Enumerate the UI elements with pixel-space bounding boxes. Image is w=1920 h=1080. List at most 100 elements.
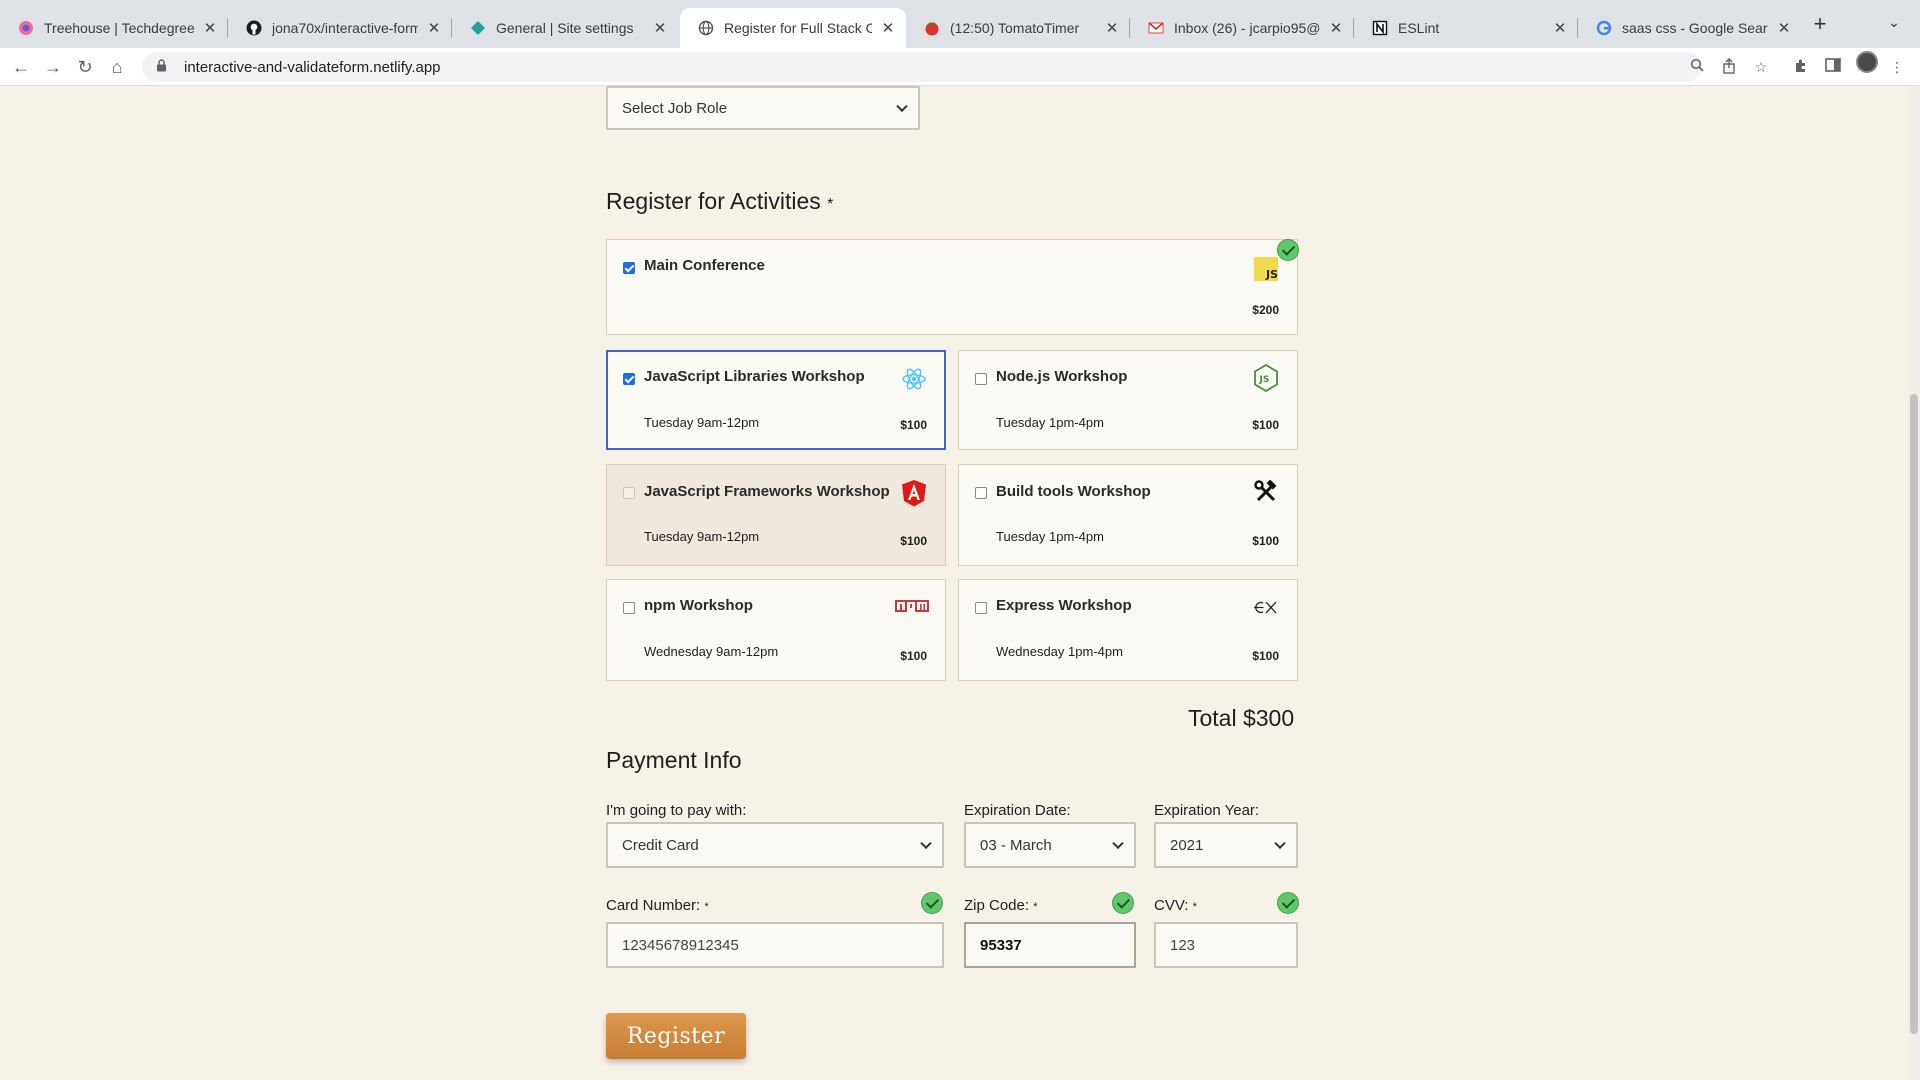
exp-year-label: Expiration Year: [1154,802,1260,819]
required-mark: * [1033,901,1038,913]
google-icon [1596,20,1612,36]
activity-name: JavaScript Libraries Workshop [644,368,865,385]
activity-checkbox[interactable] [623,487,635,499]
browser-tab[interactable]: (12:50) TomatoTimer ✕ [906,8,1130,48]
payment-method-select[interactable]: Credit Card [606,822,944,868]
activity-nodejs[interactable]: Node.js Workshop JS Tuesday 1pm-4pm $100 [958,350,1298,450]
valid-check-icon [921,892,943,914]
activity-npm[interactable]: npm Workshop Wednesday 9am-12pm $100 [606,579,946,681]
browser-tab[interactable]: Inbox (26) - jcarpio95@gmail.com ✕ [1130,8,1354,48]
scrollbar-thumb[interactable] [1910,394,1918,1034]
activity-express[interactable]: Express Workshop Wednesday 1pm-4pm $100 [958,579,1298,681]
activities-heading: Register for Activities * [606,188,834,214]
activity-checkbox[interactable] [623,602,635,614]
reload-icon[interactable]: ↻ [74,56,96,78]
job-role-select[interactable]: Select Job Role [606,86,920,130]
chevron-down-icon [1112,837,1124,850]
profile-avatar[interactable] [1856,51,1878,73]
page-scrollbar[interactable] [1908,86,1920,1080]
activity-cost: $100 [900,649,927,663]
home-icon[interactable]: ⌂ [106,56,128,78]
required-mark: * [704,901,709,913]
activity-js-frameworks[interactable]: JavaScript Frameworks Workshop Tuesday 9… [606,464,946,566]
new-tab-icon[interactable]: + [1808,12,1832,36]
address-bar[interactable]: interactive-and-validateform.netlify.app [142,52,1702,82]
activity-js-libraries[interactable]: JavaScript Libraries Workshop Tuesday 9a… [606,350,946,450]
activity-time: Tuesday 9am-12pm [644,415,760,430]
forward-icon[interactable]: → [42,56,64,78]
browser-tab[interactable]: saas css - Google Search ✕ [1578,8,1802,48]
close-icon[interactable]: ✕ [426,19,442,37]
chevron-down-icon [896,100,908,113]
close-icon[interactable]: ✕ [1776,19,1792,37]
browser-tab-active[interactable]: Register for Full Stack Conference ✕ [680,8,906,48]
tab-title: Treehouse | Techdegree [44,20,194,36]
activity-name: JavaScript Frameworks Workshop [644,483,890,500]
tab-title: saas css - Google Search [1622,20,1768,36]
menu-kebab-icon[interactable]: ⋮ [1888,58,1906,76]
activity-name: Node.js Workshop [996,368,1128,385]
close-icon[interactable]: ✕ [1104,19,1120,37]
payment-method-value: Credit Card [622,836,699,854]
close-icon[interactable]: ✕ [202,19,218,37]
browser-tab[interactable]: Treehouse | Techdegree ✕ [0,8,228,48]
extensions-icon[interactable] [1792,58,1810,76]
exp-year-value: 2021 [1170,836,1204,854]
chevron-down-icon[interactable]: ⌄ [1884,14,1904,34]
exp-month-value: 03 - March [980,836,1052,854]
exp-year-select[interactable]: 2021 [1154,822,1298,868]
valid-check-icon [1277,239,1299,261]
activity-cost: $100 [1252,418,1279,432]
activity-checkbox[interactable] [975,373,987,385]
zoom-icon[interactable] [1688,58,1706,76]
cvv-input[interactable]: 123 [1154,922,1298,968]
browser-tab[interactable]: jona70x/interactive-form ✕ [228,8,452,48]
activity-checkbox[interactable] [623,373,635,385]
chevron-down-icon [920,837,932,850]
close-icon[interactable]: ✕ [1328,19,1344,37]
card-number-input[interactable]: 12345678912345 [606,922,944,968]
tomato-icon [924,20,940,36]
zip-label: Zip Code: * [964,897,1038,914]
payment-heading: Payment Info [606,747,742,773]
pay-with-label: I'm going to pay with: [606,802,747,819]
angular-icon [901,480,927,507]
svg-text:JS: JS [1265,268,1278,281]
notion-icon [1372,20,1388,36]
activity-checkbox[interactable] [975,602,987,614]
register-button[interactable]: Register [606,1013,746,1059]
activity-checkbox[interactable] [975,487,987,499]
exp-month-select[interactable]: 03 - March [964,822,1136,868]
npm-icon [895,594,929,620]
tab-title: Register for Full Stack Conference [724,20,872,36]
share-icon[interactable] [1720,58,1738,76]
activity-time: Tuesday 1pm-4pm [996,529,1104,544]
activity-cost: $100 [1252,534,1279,548]
back-icon[interactable]: ← [10,56,32,78]
treehouse-icon [18,20,34,36]
activity-checkbox[interactable] [623,262,635,274]
activity-cost: $100 [900,418,927,432]
tools-icon [1253,479,1279,505]
github-icon [246,20,262,36]
activity-cost: $100 [1252,649,1279,663]
zip-input[interactable]: 95337 [964,922,1136,968]
activity-time: Tuesday 9am-12pm [644,529,760,544]
react-icon [901,366,927,392]
close-icon[interactable]: ✕ [1552,19,1568,37]
close-icon[interactable]: ✕ [880,19,896,37]
cvv-label: CVV: * [1154,897,1197,914]
bookmark-star-icon[interactable]: ☆ [1752,58,1770,76]
activity-time: Tuesday 1pm-4pm [996,415,1104,430]
activity-main-conference[interactable]: Main Conference JS $200 [606,239,1298,335]
card-number-label: Card Number: * [606,897,709,914]
valid-check-icon [1277,892,1299,914]
browser-tab[interactable]: General | Site settings ✕ [452,8,678,48]
activity-name: Main Conference [644,257,765,274]
chevron-down-icon [1274,837,1286,850]
close-icon[interactable]: ✕ [652,19,668,37]
activity-build-tools[interactable]: Build tools Workshop Tuesday 1pm-4pm $10… [958,464,1298,566]
browser-toolbar: ← → ↻ ⌂ interactive-and-validateform.net… [0,48,1920,86]
side-panel-icon[interactable] [1824,58,1842,76]
browser-tab[interactable]: ESLint ✕ [1354,8,1578,48]
